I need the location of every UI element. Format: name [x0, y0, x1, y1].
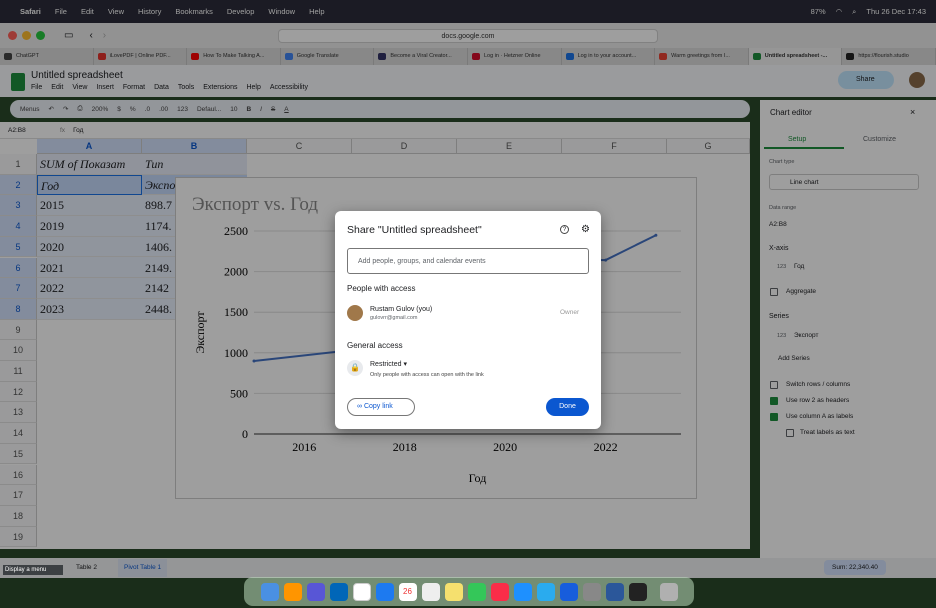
- user-name: Rustam Gulov (you): [370, 306, 433, 313]
- gear-icon[interactable]: ⚙: [581, 224, 590, 235]
- add-people-input[interactable]: Add people, groups, and calendar events: [347, 248, 589, 274]
- access-desc: Only people with access can open with th…: [370, 372, 484, 378]
- link-icon: ∞: [357, 403, 362, 410]
- reminders-icon[interactable]: [421, 582, 440, 601]
- telegram-icon[interactable]: [536, 582, 555, 601]
- user-avatar: [347, 305, 363, 321]
- calendar-icon[interactable]: 26: [398, 582, 417, 601]
- bitwarden-icon[interactable]: [559, 582, 578, 601]
- access-level-value: Restricted: [370, 361, 402, 368]
- maps-icon[interactable]: [467, 582, 486, 601]
- finder-icon[interactable]: [260, 582, 279, 601]
- app-store-icon[interactable]: [513, 582, 532, 601]
- copy-link-button[interactable]: ∞ Copy link: [347, 398, 415, 416]
- notes-icon[interactable]: [444, 582, 463, 601]
- general-access-heading: General access: [347, 341, 403, 350]
- safari-icon[interactable]: [375, 582, 394, 601]
- share-dialog-title: Share "Untitled spreadsheet": [347, 224, 482, 236]
- trash-icon[interactable]: [659, 582, 678, 601]
- copy-link-label: Copy link: [363, 403, 393, 410]
- chevron-down-icon: ▾: [403, 361, 407, 368]
- system-settings-icon[interactable]: [582, 582, 601, 601]
- lock-icon: 🔒: [347, 360, 363, 376]
- chatgpt-icon[interactable]: [352, 582, 371, 601]
- launchpad-icon[interactable]: [283, 582, 302, 601]
- done-button[interactable]: Done: [546, 398, 589, 416]
- word-icon[interactable]: [605, 582, 624, 601]
- macos-dock: 26: [244, 577, 694, 606]
- help-icon[interactable]: ?: [560, 225, 569, 234]
- layers-app-icon[interactable]: [306, 582, 325, 601]
- music-icon[interactable]: [490, 582, 509, 601]
- user-role: Owner: [560, 309, 580, 316]
- share-dialog: Share "Untitled spreadsheet" ? ⚙ Add peo…: [335, 211, 601, 429]
- tooltip: Display a menu: [3, 565, 63, 575]
- access-level-select[interactable]: Restricted ▾: [370, 360, 407, 368]
- people-heading: People with access: [347, 284, 416, 293]
- vscode-icon[interactable]: [329, 582, 348, 601]
- terminal-icon[interactable]: [628, 582, 647, 601]
- user-email: gulovrr@gmail.com: [370, 315, 418, 321]
